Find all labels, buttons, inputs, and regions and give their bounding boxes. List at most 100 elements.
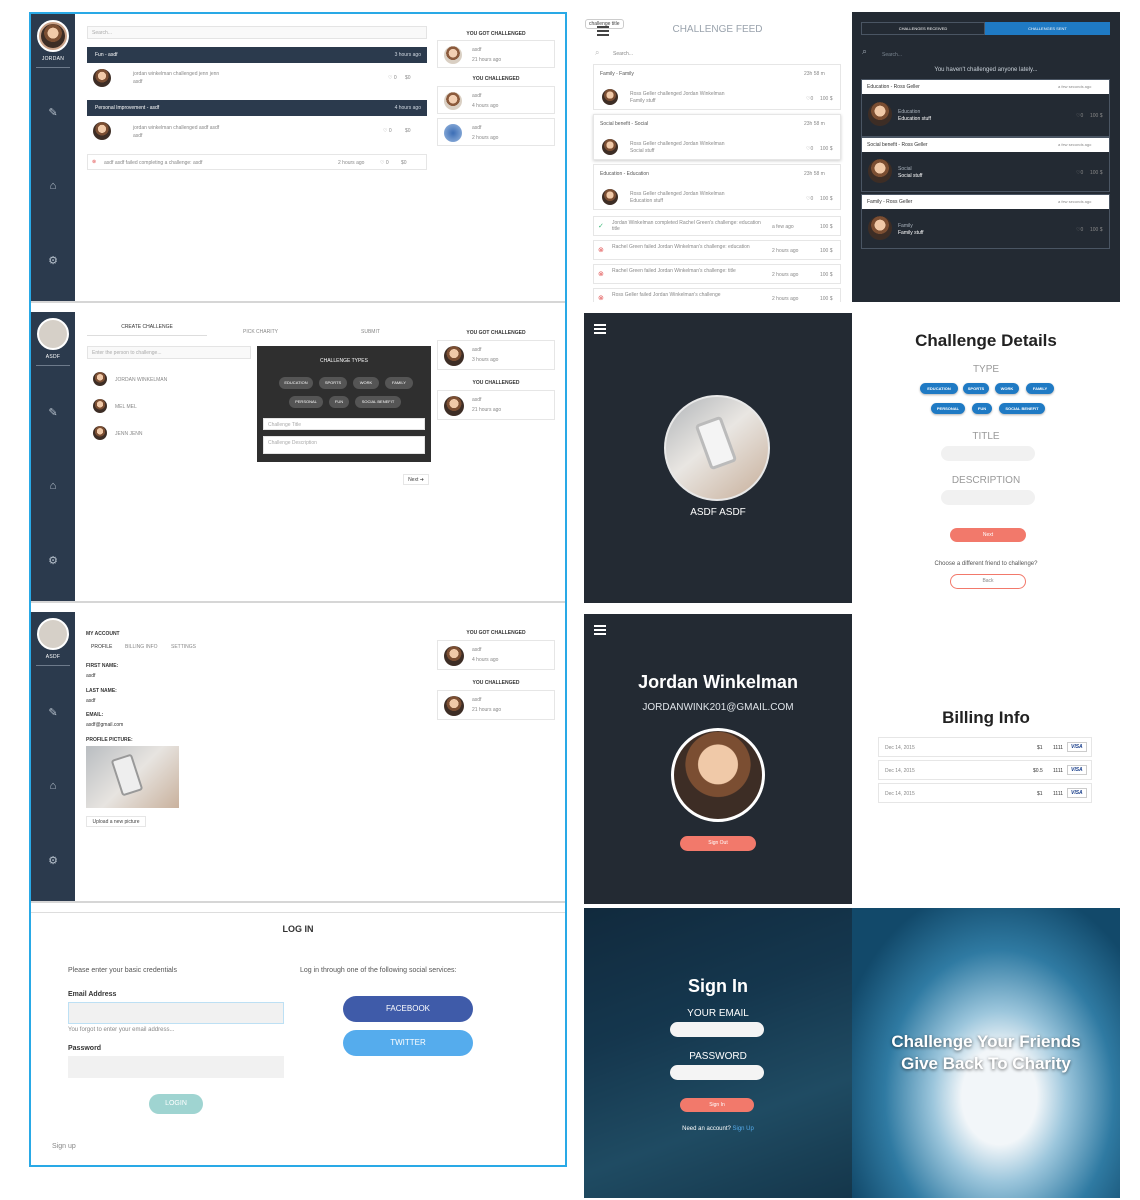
like-icon[interactable]: ♡0 bbox=[806, 96, 813, 102]
tab-pick-charity[interactable]: PICK CHARITY bbox=[243, 329, 278, 335]
type-sports[interactable]: SPORTS bbox=[963, 383, 989, 394]
tab-settings[interactable]: SETTINGS bbox=[171, 644, 196, 650]
like-icon[interactable]: ♡0 bbox=[1076, 113, 1083, 119]
challenge-card[interactable]: asdf 3 hours ago bbox=[437, 340, 555, 370]
edit-icon[interactable]: ✎ bbox=[31, 706, 75, 719]
type-social-benefit[interactable]: SOCIAL BENEFIT bbox=[355, 396, 401, 408]
challenge-card[interactable]: asdf 21 hours ago bbox=[437, 40, 555, 68]
person-name[interactable]: JENN JENN bbox=[115, 431, 143, 437]
tab-challenges-received[interactable]: CHALLENGES RECEIVED bbox=[861, 22, 985, 35]
sent-item[interactable]: Education - Ross Geller a few seconds ag… bbox=[861, 79, 1110, 137]
challenge-card[interactable]: asdf 21 hours ago bbox=[437, 690, 555, 720]
item-text: Ross Geller challenged Jordan Winkelman bbox=[630, 91, 725, 97]
profile-picture bbox=[86, 746, 179, 808]
like-count[interactable]: ♡ 0 bbox=[383, 128, 392, 134]
login-button[interactable]: LOGIN bbox=[149, 1094, 203, 1114]
card-text: asdf bbox=[472, 647, 482, 653]
type-personal[interactable]: PERSONAL bbox=[289, 396, 323, 408]
search-input[interactable]: Search... bbox=[87, 26, 427, 39]
type-personal[interactable]: PERSONAL bbox=[931, 403, 965, 414]
tab-billing-info[interactable]: BILLING INFO bbox=[125, 644, 158, 650]
tab-create-challenge[interactable]: CREATE CHALLENGE bbox=[87, 324, 207, 336]
type-education[interactable]: EDUCATION bbox=[279, 377, 313, 389]
card-last4: 1111 bbox=[1053, 791, 1064, 797]
upload-picture-button[interactable]: Upload a new picture bbox=[86, 816, 146, 827]
next-button[interactable]: Next bbox=[950, 528, 1026, 542]
type-sports[interactable]: SPORTS bbox=[319, 377, 347, 389]
challenge-card[interactable]: asdf 4 hours ago bbox=[437, 86, 555, 114]
settings-icon[interactable]: ⚙ bbox=[31, 254, 75, 267]
group-time: 3 hours ago bbox=[394, 52, 421, 58]
signup-link[interactable]: Sign up bbox=[52, 1143, 76, 1150]
like-icon[interactable]: ♡0 bbox=[1076, 227, 1083, 233]
like-count[interactable]: ♡ 0 bbox=[380, 160, 389, 166]
feed-group[interactable]: Family - Family 23h 58 m Ross Geller cha… bbox=[593, 64, 841, 110]
like-icon[interactable]: ♡0 bbox=[806, 196, 813, 202]
facebook-button[interactable]: FACEBOOK bbox=[343, 996, 473, 1022]
type-work[interactable]: WORK bbox=[353, 377, 379, 389]
settings-icon[interactable]: ⚙ bbox=[31, 554, 75, 567]
type-work[interactable]: WORK bbox=[995, 383, 1019, 394]
like-icon[interactable]: ♡0 bbox=[1076, 170, 1083, 176]
feed-group[interactable]: Social benefit - Social 23h 58 m Ross Ge… bbox=[593, 114, 841, 160]
challenge-card[interactable]: asdf 4 hours ago bbox=[437, 640, 555, 670]
last-name-label: LAST NAME: bbox=[86, 688, 117, 694]
challenge-description-input[interactable]: Challenge Description bbox=[263, 436, 425, 454]
type-social-benefit[interactable]: SOCIAL BENEFIT bbox=[999, 403, 1045, 414]
avatar[interactable] bbox=[37, 618, 69, 650]
avatar[interactable] bbox=[37, 318, 69, 350]
tab-challenges-sent[interactable]: CHALLENGES SENT bbox=[985, 22, 1110, 35]
signup-link[interactable]: Sign Up bbox=[733, 1126, 754, 1132]
challenge-card[interactable]: asdf 2 hours ago bbox=[437, 118, 555, 146]
type-family[interactable]: FAMILY bbox=[1026, 383, 1054, 394]
like-icon[interactable]: ♡0 bbox=[806, 146, 813, 152]
avatar[interactable] bbox=[37, 20, 69, 52]
item-sub: Family stuff bbox=[630, 98, 656, 104]
menu-icon[interactable] bbox=[594, 324, 606, 334]
feed-group[interactable]: Education - Education 23h 58 m Ross Gell… bbox=[593, 164, 841, 210]
fail-icon: ⊗ bbox=[598, 271, 604, 278]
challenge-card[interactable]: asdf 21 hours ago bbox=[437, 390, 555, 420]
password-input[interactable] bbox=[68, 1056, 284, 1078]
signin-button[interactable]: Sign In bbox=[680, 1098, 754, 1112]
item-text: Ross Geller challenged Jordan Winkelman bbox=[630, 141, 725, 147]
person-search-input[interactable]: Enter the person to challenge... bbox=[87, 346, 251, 359]
item-time: a few seconds ago bbox=[1058, 199, 1092, 204]
challenge-title-input[interactable]: Challenge Title bbox=[263, 418, 425, 430]
person-name[interactable]: JORDAN WINKELMAN bbox=[115, 377, 167, 383]
settings-icon[interactable]: ⚙ bbox=[31, 854, 75, 867]
person-name[interactable]: MEL MEL bbox=[115, 404, 137, 410]
card-last4: 1111 bbox=[1053, 745, 1064, 751]
like-count[interactable]: ♡ 0 bbox=[388, 75, 397, 81]
back-button[interactable]: Back bbox=[950, 574, 1026, 589]
edit-icon[interactable]: ✎ bbox=[31, 406, 75, 419]
search-input[interactable]: Search... bbox=[882, 52, 902, 58]
divider bbox=[36, 67, 70, 68]
edit-icon[interactable]: ✎ bbox=[31, 106, 75, 119]
tab-submit[interactable]: SUBMIT bbox=[361, 329, 380, 335]
sign-out-button[interactable]: Sign Out bbox=[680, 836, 756, 851]
sent-item[interactable]: Family - Ross Geller a few seconds ago F… bbox=[861, 194, 1110, 249]
title-input[interactable] bbox=[941, 446, 1035, 461]
email-input[interactable] bbox=[670, 1022, 764, 1037]
type-fun[interactable]: FUN bbox=[972, 403, 992, 414]
jordan-profile-screen: Jordan Winkelman JORDANWINK201@GMAIL.COM… bbox=[584, 614, 852, 904]
feed-item-text: jordan winkelman challenged jenn jenn bbox=[133, 71, 220, 77]
event-time: 2 hours ago bbox=[772, 272, 799, 278]
home-icon[interactable]: ⌂ bbox=[31, 480, 75, 492]
password-input[interactable] bbox=[670, 1065, 764, 1080]
home-icon[interactable]: ⌂ bbox=[31, 780, 75, 792]
next-button[interactable]: Next ➜ bbox=[403, 474, 429, 485]
sent-item[interactable]: Social benefit - Ross Geller a few secon… bbox=[861, 137, 1110, 192]
email-input[interactable] bbox=[68, 1002, 284, 1024]
type-education[interactable]: EDUCATION bbox=[920, 383, 958, 394]
group-title: Social benefit - Social bbox=[600, 121, 649, 127]
menu-icon[interactable] bbox=[594, 625, 606, 635]
tab-profile[interactable]: PROFILE bbox=[91, 644, 112, 650]
home-icon[interactable]: ⌂ bbox=[31, 180, 75, 192]
type-family[interactable]: FAMILY bbox=[385, 377, 413, 389]
description-input[interactable] bbox=[941, 490, 1035, 505]
search-input[interactable]: Search... bbox=[613, 51, 633, 57]
type-fun[interactable]: FUN bbox=[329, 396, 349, 408]
twitter-button[interactable]: TWITTER bbox=[343, 1030, 473, 1056]
